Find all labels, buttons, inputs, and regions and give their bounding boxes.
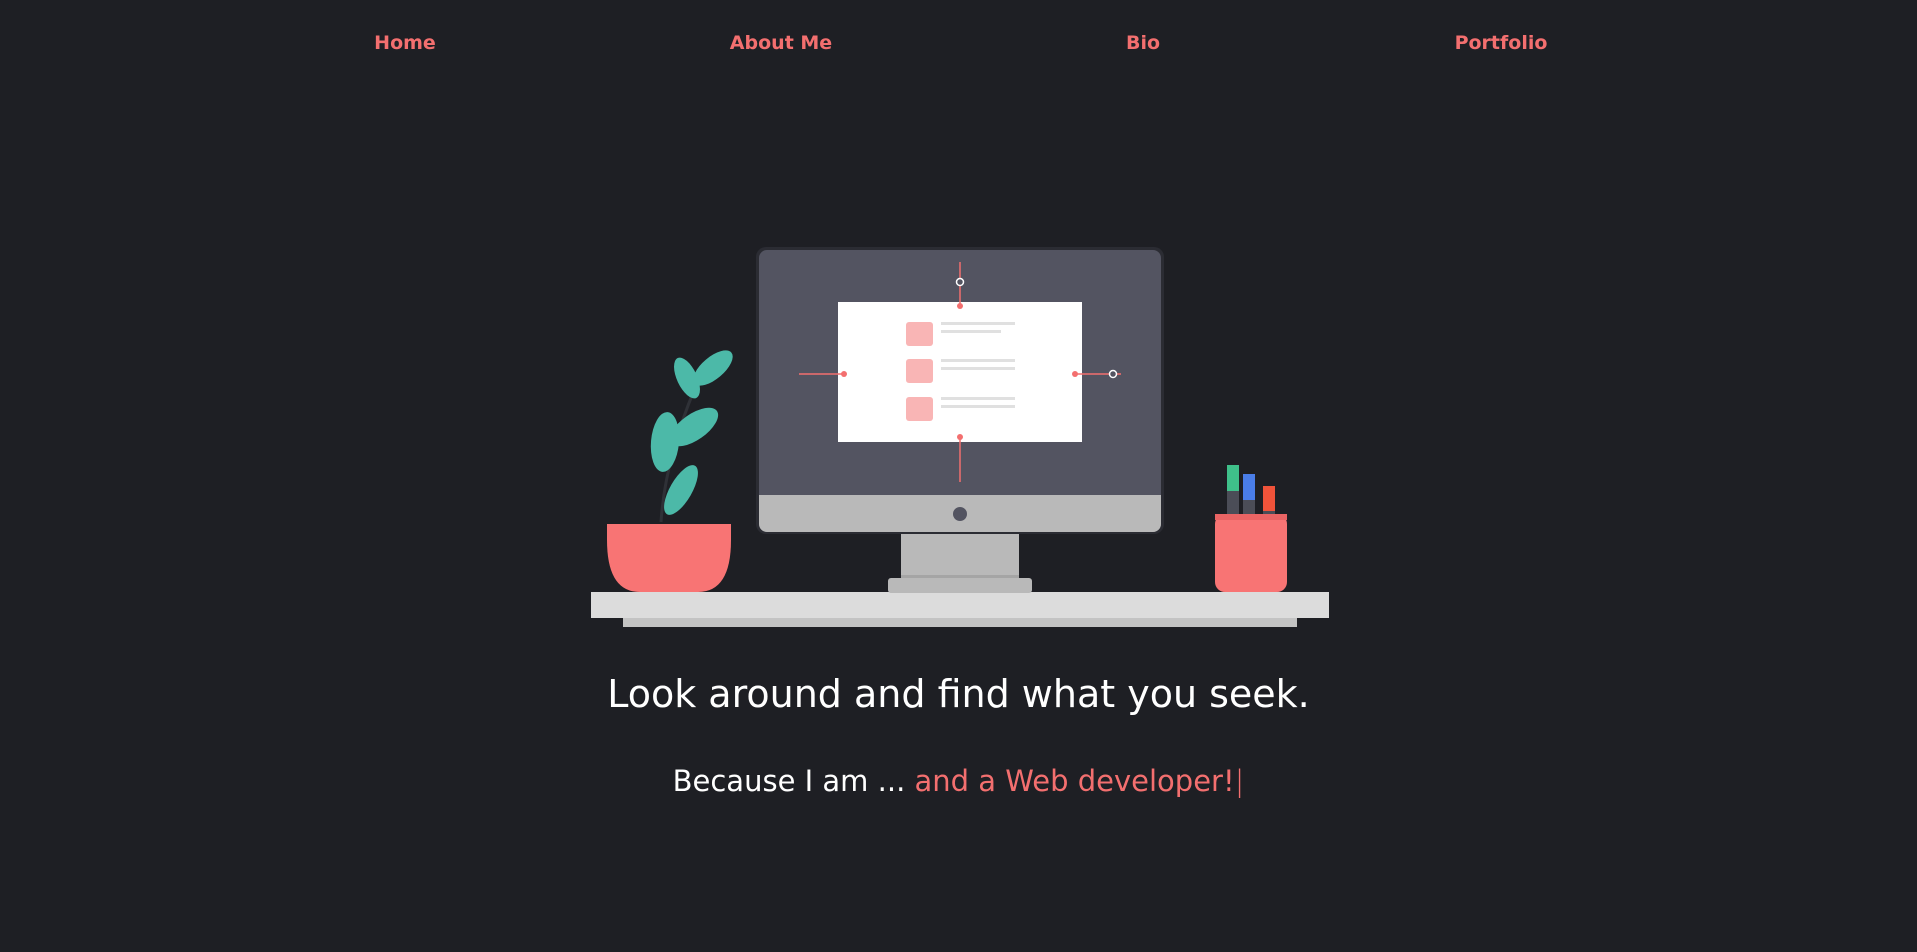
desk-icon bbox=[591, 592, 1329, 627]
hero-subline: Because I am ... and a Web developer!| bbox=[0, 764, 1917, 799]
nav-about-link[interactable]: About Me bbox=[730, 32, 832, 54]
typing-cursor: | bbox=[1234, 764, 1245, 798]
nav-portfolio-link[interactable]: Portfolio bbox=[1455, 32, 1548, 54]
pencil-cup-icon bbox=[1215, 465, 1287, 592]
page: Home About Me Bio Portfolio Look around … bbox=[0, 0, 1917, 952]
plant-icon bbox=[607, 350, 733, 592]
hero-headline: Look around and find what you seek. bbox=[607, 672, 1310, 716]
nav-home-link[interactable]: Home bbox=[374, 32, 436, 54]
monitor-icon bbox=[756, 247, 1164, 593]
nav-bio-link[interactable]: Bio bbox=[1126, 32, 1160, 54]
desk-illustration bbox=[591, 247, 1329, 627]
subline-typed-text: and a Web developer! bbox=[914, 764, 1235, 798]
subline-lead-text: Because I am ... bbox=[672, 764, 906, 798]
top-navigation: Home About Me Bio Portfolio bbox=[0, 0, 1917, 90]
